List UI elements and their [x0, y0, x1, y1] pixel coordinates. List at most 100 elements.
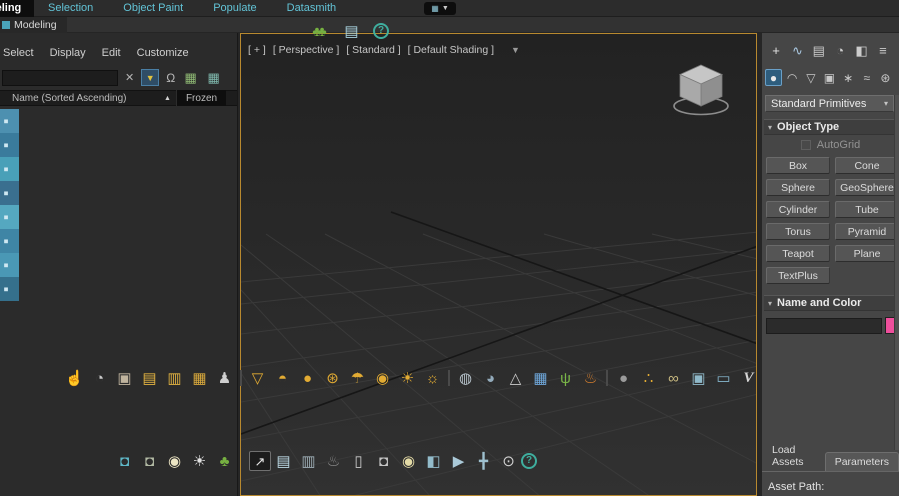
camera-icon[interactable]: ◘ [371, 449, 396, 473]
eye-icon[interactable]: ⊙ [496, 449, 521, 473]
explorer-tool-7-icon[interactable]: ▪ [0, 253, 19, 277]
menu-selection[interactable]: Object Paint [123, 2, 183, 14]
selection-set-icon[interactable]: ▦ [182, 69, 199, 86]
cylinder-button[interactable]: Cylinder [766, 201, 830, 218]
menu-select[interactable]: Select [3, 47, 34, 59]
explorer-tool-5-icon[interactable]: ▪ [0, 205, 19, 229]
modeling-ribbon-tab-active[interactable]: Modeling [0, 0, 34, 17]
fire-effect-icon[interactable]: ♨ [578, 366, 603, 390]
bulb-light-icon[interactable]: ◉ [370, 366, 395, 390]
light-bulb-icon[interactable]: ◉ [396, 449, 421, 473]
modeling-panel-tab[interactable]: Modeling [0, 17, 67, 33]
geosphere-button[interactable]: GeoSphere [835, 179, 899, 196]
cameras-category-icon[interactable]: ▣ [821, 69, 838, 86]
frozen-column-header[interactable]: Frozen [176, 90, 226, 106]
perspective-viewport[interactable]: [ + ] [ Perspective ] [ Standard ] [ Def… [240, 33, 757, 496]
object-type-rollout-header[interactable]: ▾ Object Type [764, 119, 895, 135]
tab-parameters[interactable]: Parameters [825, 452, 899, 471]
matte-sphere-icon[interactable]: ● [611, 366, 636, 390]
explorer-tool-3-icon[interactable]: ▪ [0, 157, 19, 181]
help-icon[interactable]: ? [373, 23, 389, 39]
ring-light-icon[interactable]: ⊛ [320, 366, 345, 390]
checker-map-icon[interactable]: ▦ [528, 366, 553, 390]
filter-funnel-icon[interactable]: ▼ [141, 69, 159, 86]
viewport-menu-shading[interactable]: [ Default Shading ] [408, 44, 494, 56]
shapes-category-icon[interactable]: ◠ [784, 69, 801, 86]
listener-doc-icon[interactable]: ▤ [339, 19, 364, 43]
autogrid-checkbox[interactable] [801, 140, 811, 150]
pan-hand-icon[interactable]: ☝ [62, 366, 87, 390]
menu-object-paint[interactable]: Populate [213, 2, 256, 14]
helpers-category-icon[interactable]: ∗ [840, 69, 857, 86]
notes-pair-icon[interactable]: ▤ [137, 366, 162, 390]
spacewarps-category-icon[interactable]: ≈ [858, 69, 875, 86]
pyramid-gizmo-icon[interactable]: △ [503, 366, 528, 390]
particle-view-icon[interactable]: ∴ [636, 366, 661, 390]
geometry-category-icon[interactable]: ● [765, 69, 782, 86]
star-light-icon[interactable]: ☼ [420, 366, 445, 390]
doc-list-icon[interactable]: ▤ [271, 449, 296, 473]
sphere-light-icon[interactable]: ● [295, 366, 320, 390]
explorer-tool-8-icon[interactable]: ▪ [0, 277, 19, 301]
modify-tab-icon[interactable]: ∿ [788, 41, 806, 59]
sphere-pair-icon[interactable]: ∞ [661, 366, 686, 390]
tree-icon[interactable]: ♣ [212, 449, 237, 473]
column-config-icon[interactable]: ▦ [205, 69, 222, 86]
shaded-sphere-icon[interactable]: ◕ [478, 366, 503, 390]
search-input[interactable] [2, 70, 118, 86]
viewport-menu-pov[interactable]: [ Perspective ] [273, 44, 340, 56]
sun-icon[interactable]: ☀ [187, 449, 212, 473]
hierarchy-tab-icon[interactable]: ▤ [810, 41, 828, 59]
crowd-icon[interactable]: ♟ [212, 366, 237, 390]
menu-edit[interactable]: Edit [102, 47, 121, 59]
vray-toolbar-icon[interactable]: V [736, 366, 761, 390]
sun-light-icon[interactable]: ☀ [395, 366, 420, 390]
primitives-dropdown[interactable]: Standard Primitives ▾ [765, 95, 894, 112]
box-button[interactable]: Box [766, 157, 830, 174]
lights-category-icon[interactable]: ▽ [802, 69, 819, 86]
motion-tab-icon[interactable]: ◔ [831, 41, 849, 59]
orbit-icon[interactable]: ◔ [87, 366, 112, 390]
umbrella-light-icon[interactable]: ☂ [345, 366, 370, 390]
viewport-menu-general[interactable]: [ + ] [248, 44, 266, 56]
page-icon[interactable]: ▯ [346, 449, 371, 473]
dome-light-icon[interactable]: ◓ [270, 366, 295, 390]
name-column-header[interactable]: Name (Sorted Ascending) [12, 93, 164, 104]
plane-button[interactable]: Plane [835, 245, 899, 262]
teapot-icon[interactable]: ♨ [321, 449, 346, 473]
viewport-filter-icon[interactable]: ▼ [511, 45, 520, 55]
import-export-icon[interactable]: ↗ [249, 451, 271, 471]
state-sets-icon[interactable]: ▣ [686, 366, 711, 390]
camera-cyan-icon[interactable]: ◘ [112, 449, 137, 473]
wire-sphere-icon[interactable]: ◍ [453, 366, 478, 390]
cone-light-icon[interactable]: ▽ [245, 366, 270, 390]
view-cube[interactable] [670, 58, 732, 120]
help-circle-icon[interactable]: ? [521, 453, 537, 469]
clear-search-icon[interactable]: ✕ [125, 71, 134, 84]
menu-freeform[interactable]: Selection [48, 2, 93, 14]
sheets-icon[interactable]: ▦ [187, 366, 212, 390]
hair-fur-icon[interactable]: ψ [553, 366, 578, 390]
tab-load-assets[interactable]: Load Assets [766, 441, 820, 471]
lock-icon[interactable]: Ω [166, 71, 175, 85]
tube-button[interactable]: Tube [835, 201, 899, 218]
viewport-menu-renderer[interactable]: [ Standard ] [346, 44, 400, 56]
render-setup-icon[interactable]: ▭ [711, 366, 736, 390]
textplus-button[interactable]: TextPlus [766, 267, 830, 284]
display-tab-icon[interactable]: ◧ [853, 41, 871, 59]
systems-category-icon[interactable]: ⊛ [877, 69, 894, 86]
object-name-field[interactable] [766, 318, 882, 334]
explorer-tool-6-icon[interactable]: ▪ [0, 229, 19, 253]
name-color-rollout-header[interactable]: ▾ Name and Color [764, 295, 895, 311]
menu-display[interactable]: Display [50, 47, 86, 59]
explorer-tool-1-icon[interactable]: ▪ [0, 109, 19, 133]
trees-icon[interactable]: ♣♣ [305, 19, 330, 43]
create-tab-icon[interactable]: + [767, 41, 785, 59]
pyramid-button[interactable]: Pyramid [835, 223, 899, 240]
asset-crate-icon[interactable]: ▣ [112, 366, 137, 390]
bulb-icon[interactable]: ◉ [162, 449, 187, 473]
menu-customize[interactable]: Customize [137, 47, 189, 59]
panel-scrollbar[interactable] [894, 95, 899, 450]
split-view-icon[interactable]: ◧ [421, 449, 446, 473]
teapot-button[interactable]: Teapot [766, 245, 830, 262]
